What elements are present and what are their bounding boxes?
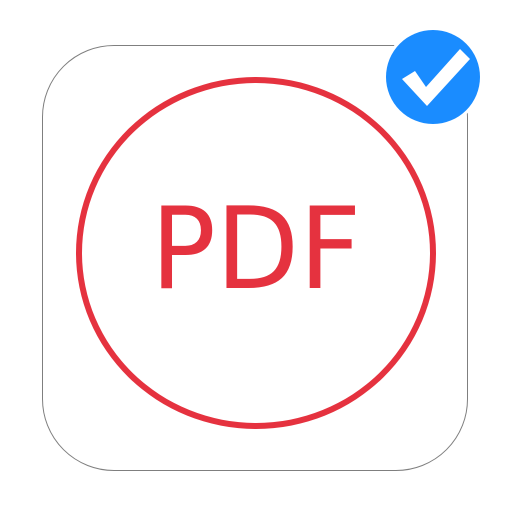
badge-fill xyxy=(386,30,480,124)
pdf-label-container: PDF xyxy=(76,77,436,429)
verified-checkmark-badge xyxy=(383,27,483,127)
pdf-label: PDF xyxy=(150,183,362,316)
app-icon-canvas: PDF xyxy=(0,0,512,512)
